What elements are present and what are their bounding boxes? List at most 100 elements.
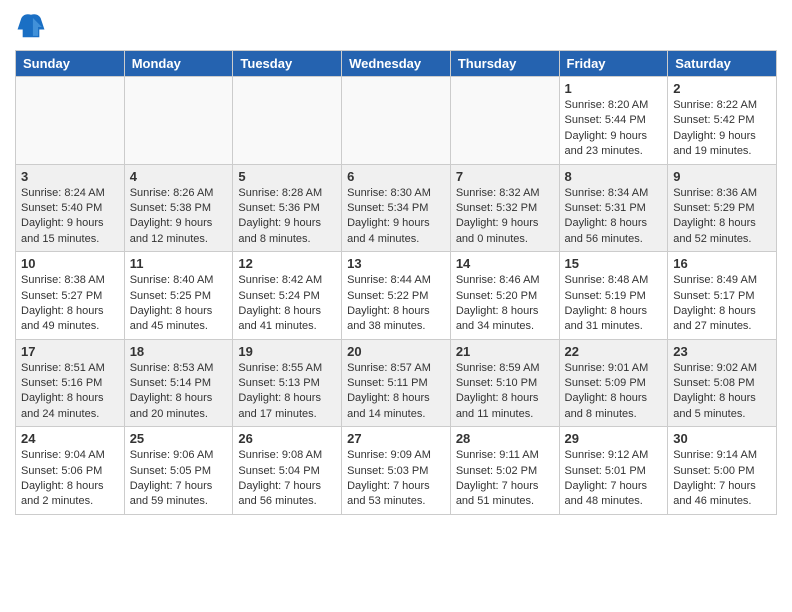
day-info: Sunrise: 9:02 AMSunset: 5:08 PMDaylight:…	[673, 361, 771, 423]
day-info: Sunrise: 9:04 AMSunset: 5:06 PMDaylight:…	[21, 448, 119, 510]
day-number: 19	[238, 344, 336, 359]
day-info: Sunrise: 9:11 AMSunset: 5:02 PMDaylight:…	[456, 448, 554, 510]
calendar-table: SundayMondayTuesdayWednesdayThursdayFrid…	[15, 50, 777, 515]
day-info: Sunrise: 8:48 AMSunset: 5:19 PMDaylight:…	[565, 273, 663, 335]
day-info: Sunrise: 8:24 AMSunset: 5:40 PMDaylight:…	[21, 186, 119, 248]
day-info: Sunrise: 8:34 AMSunset: 5:31 PMDaylight:…	[565, 186, 663, 248]
calendar-cell: 13 Sunrise: 8:44 AMSunset: 5:22 PMDayligh…	[342, 252, 451, 340]
day-info: Sunrise: 8:32 AMSunset: 5:32 PMDaylight:…	[456, 186, 554, 248]
day-info: Sunrise: 9:14 AMSunset: 5:00 PMDaylight:…	[673, 448, 771, 510]
calendar-cell: 20Sunrise: 8:57 AMSunset: 5:11 PMDayligh…	[342, 339, 451, 427]
day-info: Sunrise: 9:08 AMSunset: 5:04 PMDaylight:…	[238, 448, 336, 510]
day-info: Sunrise: 8:55 AMSunset: 5:13 PMDaylight:…	[238, 361, 336, 423]
page-container: SundayMondayTuesdayWednesdayThursdayFrid…	[0, 0, 792, 525]
calendar-cell: 10 Sunrise: 8:38 AMSunset: 5:27 PMDayligh…	[16, 252, 125, 340]
day-number: 2	[673, 81, 771, 96]
day-number: 24	[21, 431, 119, 446]
day-info: Sunrise: 8:38 AMSunset: 5:27 PMDaylight:…	[21, 273, 119, 335]
calendar-header-row: SundayMondayTuesdayWednesdayThursdayFrid…	[16, 51, 777, 77]
weekday-header-monday: Monday	[124, 51, 233, 77]
weekday-header-thursday: Thursday	[450, 51, 559, 77]
calendar-cell: 11 Sunrise: 8:40 AMSunset: 5:25 PMDayligh…	[124, 252, 233, 340]
day-number: 11	[130, 256, 228, 271]
day-number: 1	[565, 81, 663, 96]
calendar-cell	[342, 77, 451, 165]
calendar-cell: 25 Sunrise: 9:06 AMSunset: 5:05 PMDayligh…	[124, 427, 233, 515]
day-number: 28	[456, 431, 554, 446]
day-number: 13	[347, 256, 445, 271]
day-number: 30	[673, 431, 771, 446]
calendar-week-4: 17Sunrise: 8:51 AMSunset: 5:16 PMDayligh…	[16, 339, 777, 427]
calendar-cell	[16, 77, 125, 165]
day-number: 3	[21, 169, 119, 184]
day-number: 23	[673, 344, 771, 359]
calendar-cell: 15 Sunrise: 8:48 AMSunset: 5:19 PMDayligh…	[559, 252, 668, 340]
day-info: Sunrise: 8:36 AMSunset: 5:29 PMDaylight:…	[673, 186, 771, 248]
day-number: 6	[347, 169, 445, 184]
day-info: Sunrise: 8:28 AMSunset: 5:36 PMDaylight:…	[238, 186, 336, 248]
calendar-cell: 9 Sunrise: 8:36 AMSunset: 5:29 PMDaylight…	[668, 164, 777, 252]
day-info: Sunrise: 8:46 AMSunset: 5:20 PMDaylight:…	[456, 273, 554, 335]
day-number: 16	[673, 256, 771, 271]
day-number: 12	[238, 256, 336, 271]
day-number: 5	[238, 169, 336, 184]
calendar-cell: 19 Sunrise: 8:55 AMSunset: 5:13 PMDayligh…	[233, 339, 342, 427]
day-info: Sunrise: 8:30 AMSunset: 5:34 PMDaylight:…	[347, 186, 445, 248]
calendar-week-3: 10 Sunrise: 8:38 AMSunset: 5:27 PMDayligh…	[16, 252, 777, 340]
weekday-header-sunday: Sunday	[16, 51, 125, 77]
day-number: 8	[565, 169, 663, 184]
logo	[15, 10, 51, 42]
calendar-cell: 4Sunrise: 8:26 AMSunset: 5:38 PMDaylight…	[124, 164, 233, 252]
calendar-cell: 21 Sunrise: 8:59 AMSunset: 5:10 PMDayligh…	[450, 339, 559, 427]
day-info: Sunrise: 8:53 AMSunset: 5:14 PMDaylight:…	[130, 361, 228, 423]
day-number: 4	[130, 169, 228, 184]
calendar-cell: 5 Sunrise: 8:28 AMSunset: 5:36 PMDaylight…	[233, 164, 342, 252]
calendar-cell: 8 Sunrise: 8:34 AMSunset: 5:31 PMDaylight…	[559, 164, 668, 252]
calendar-cell: 6 Sunrise: 8:30 AMSunset: 5:34 PMDaylight…	[342, 164, 451, 252]
calendar-cell: 18 Sunrise: 8:53 AMSunset: 5:14 PMDayligh…	[124, 339, 233, 427]
day-info: Sunrise: 9:06 AMSunset: 5:05 PMDaylight:…	[130, 448, 228, 510]
calendar-cell: 2 Sunrise: 8:22 AMSunset: 5:42 PMDaylight…	[668, 77, 777, 165]
day-number: 15	[565, 256, 663, 271]
day-info: Sunrise: 8:40 AMSunset: 5:25 PMDaylight:…	[130, 273, 228, 335]
calendar-cell: 12Sunrise: 8:42 AMSunset: 5:24 PMDayligh…	[233, 252, 342, 340]
day-info: Sunrise: 8:20 AMSunset: 5:44 PMDaylight:…	[565, 98, 663, 160]
day-number: 7	[456, 169, 554, 184]
calendar-cell: 28 Sunrise: 9:11 AMSunset: 5:02 PMDayligh…	[450, 427, 559, 515]
calendar-cell: 22Sunrise: 9:01 AMSunset: 5:09 PMDayligh…	[559, 339, 668, 427]
day-number: 9	[673, 169, 771, 184]
weekday-header-tuesday: Tuesday	[233, 51, 342, 77]
calendar-cell: 27 Sunrise: 9:09 AMSunset: 5:03 PMDayligh…	[342, 427, 451, 515]
calendar-cell	[124, 77, 233, 165]
day-number: 18	[130, 344, 228, 359]
day-info: Sunrise: 9:12 AMSunset: 5:01 PMDaylight:…	[565, 448, 663, 510]
weekday-header-friday: Friday	[559, 51, 668, 77]
day-number: 27	[347, 431, 445, 446]
day-number: 21	[456, 344, 554, 359]
day-number: 26	[238, 431, 336, 446]
calendar-cell	[233, 77, 342, 165]
day-info: Sunrise: 9:09 AMSunset: 5:03 PMDaylight:…	[347, 448, 445, 510]
calendar-cell: 30 Sunrise: 9:14 AMSunset: 5:00 PMDayligh…	[668, 427, 777, 515]
calendar-cell: 24 Sunrise: 9:04 AMSunset: 5:06 PMDayligh…	[16, 427, 125, 515]
day-info: Sunrise: 8:51 AMSunset: 5:16 PMDaylight:…	[21, 361, 119, 423]
day-info: Sunrise: 8:59 AMSunset: 5:10 PMDaylight:…	[456, 361, 554, 423]
day-info: Sunrise: 8:44 AMSunset: 5:22 PMDaylight:…	[347, 273, 445, 335]
calendar-cell: 26 Sunrise: 9:08 AMSunset: 5:04 PMDayligh…	[233, 427, 342, 515]
day-number: 10	[21, 256, 119, 271]
day-number: 22	[565, 344, 663, 359]
calendar-cell: 23 Sunrise: 9:02 AMSunset: 5:08 PMDayligh…	[668, 339, 777, 427]
calendar-cell: 7 Sunrise: 8:32 AMSunset: 5:32 PMDaylight…	[450, 164, 559, 252]
logo-icon	[15, 10, 47, 42]
day-number: 14	[456, 256, 554, 271]
day-number: 25	[130, 431, 228, 446]
calendar-week-1: 1 Sunrise: 8:20 AMSunset: 5:44 PMDaylight…	[16, 77, 777, 165]
calendar-cell: 3 Sunrise: 8:24 AMSunset: 5:40 PMDaylight…	[16, 164, 125, 252]
day-info: Sunrise: 8:57 AMSunset: 5:11 PMDaylight:…	[347, 361, 445, 423]
day-info: Sunrise: 8:49 AMSunset: 5:17 PMDaylight:…	[673, 273, 771, 335]
calendar-cell	[450, 77, 559, 165]
calendar-cell: 1 Sunrise: 8:20 AMSunset: 5:44 PMDaylight…	[559, 77, 668, 165]
weekday-header-wednesday: Wednesday	[342, 51, 451, 77]
calendar-week-5: 24 Sunrise: 9:04 AMSunset: 5:06 PMDayligh…	[16, 427, 777, 515]
day-info: Sunrise: 8:22 AMSunset: 5:42 PMDaylight:…	[673, 98, 771, 160]
